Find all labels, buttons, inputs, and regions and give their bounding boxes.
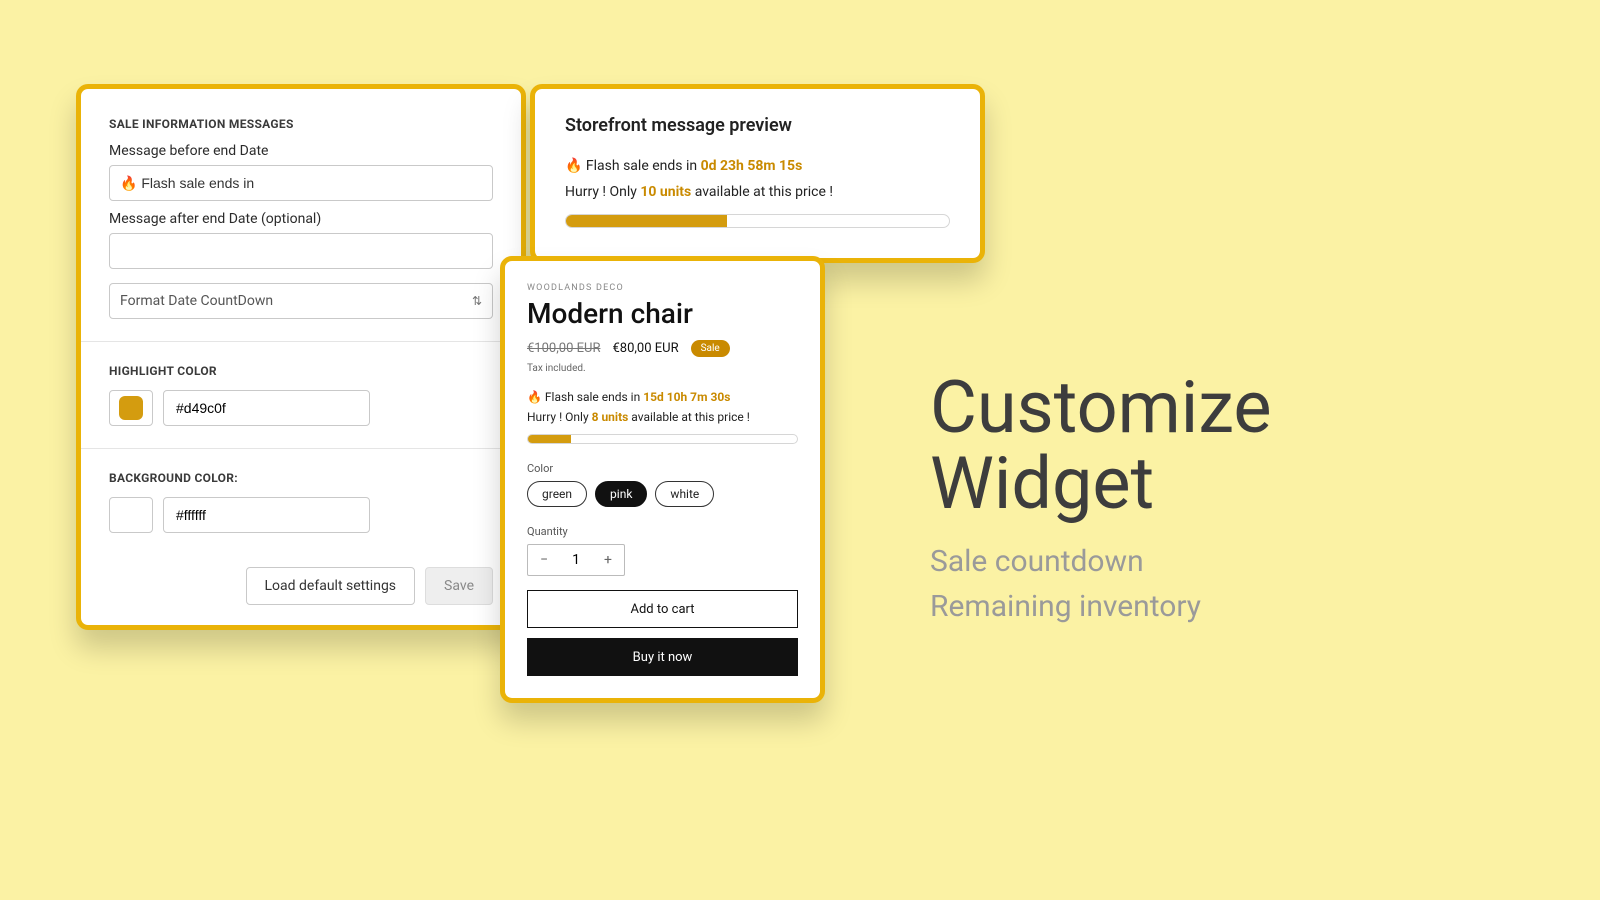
product-countdown-line: 🔥 Flash sale ends in 15d 10h 7m 30s <box>527 390 798 404</box>
color-option-group: green pink white <box>527 481 798 507</box>
format-date-value: Format Date CountDown <box>120 293 273 309</box>
settings-panel: SALE INFORMATION MESSAGES Message before… <box>76 84 526 630</box>
chevron-updown-icon: ⇅ <box>472 295 482 307</box>
preview-countdown-value: 0d 23h 58m 15s <box>701 158 803 174</box>
product-stock-units: 8 units <box>592 410 629 424</box>
buy-now-button[interactable]: Buy it now <box>527 638 798 676</box>
product-price: €80,00 EUR <box>612 341 678 356</box>
preview-progress-bar <box>565 214 950 228</box>
hero-line1: Customize <box>930 365 1272 450</box>
background-swatch[interactable] <box>109 497 153 533</box>
preview-countdown-line: 🔥 Flash sale ends in 0d 23h 58m 15s <box>565 158 950 174</box>
save-button[interactable]: Save <box>425 567 493 605</box>
quantity-stepper: − 1 + <box>527 544 625 576</box>
hero-text: Customize Widget Sale countdown Remainin… <box>930 370 1272 629</box>
sale-badge: Sale <box>691 340 730 357</box>
preview-progress-fill <box>566 215 727 227</box>
product-card: WOODLANDS DECO Modern chair €100,00 EUR … <box>500 256 825 703</box>
color-option-green[interactable]: green <box>527 481 587 507</box>
hero-sub2: Remaining inventory <box>930 584 1272 629</box>
option-color-label: Color <box>527 462 798 475</box>
format-date-select[interactable]: Format Date CountDown ⇅ <box>109 283 493 319</box>
tax-note: Tax included. <box>527 363 798 374</box>
after-label: Message after end Date (optional) <box>109 211 493 227</box>
before-label: Message before end Date <box>109 143 493 159</box>
add-to-cart-button[interactable]: Add to cart <box>527 590 798 628</box>
product-progress-fill <box>528 435 571 443</box>
divider <box>81 341 521 342</box>
storefront-preview-card: Storefront message preview 🔥 Flash sale … <box>530 84 985 263</box>
preview-stock-line: Hurry ! Only 10 units available at this … <box>565 184 950 200</box>
load-defaults-button[interactable]: Load default settings <box>246 567 416 605</box>
message-after-input[interactable] <box>109 233 493 269</box>
section-title: SALE INFORMATION MESSAGES <box>109 117 493 131</box>
product-progress-bar <box>527 434 798 444</box>
highlight-label: HIGHLIGHT COLOR <box>109 364 493 378</box>
message-before-input[interactable] <box>109 165 493 201</box>
product-countdown-value: 15d 10h 7m 30s <box>643 390 730 404</box>
swatch-color <box>119 503 143 527</box>
highlight-hex-input[interactable] <box>163 390 370 426</box>
compare-price: €100,00 EUR <box>527 341 600 356</box>
background-label: BACKGROUND COLOR: <box>109 471 493 485</box>
highlight-swatch[interactable] <box>109 390 153 426</box>
hero-line2: Widget <box>930 441 1154 526</box>
preview-countdown-prefix: 🔥 Flash sale ends in <box>565 158 701 174</box>
product-vendor: WOODLANDS DECO <box>527 283 798 293</box>
hero-sub1: Sale countdown <box>930 539 1272 584</box>
product-stock-line: Hurry ! Only 8 units available at this p… <box>527 410 798 424</box>
preview-title: Storefront message preview <box>565 115 950 136</box>
color-option-white[interactable]: white <box>655 481 714 507</box>
divider <box>81 448 521 449</box>
color-option-pink[interactable]: pink <box>595 481 647 507</box>
quantity-label: Quantity <box>527 525 798 538</box>
qty-decrease-button[interactable]: − <box>528 545 560 575</box>
swatch-color <box>119 396 143 420</box>
qty-value: 1 <box>560 545 592 575</box>
background-hex-input[interactable] <box>163 497 370 533</box>
qty-increase-button[interactable]: + <box>592 545 624 575</box>
product-title: Modern chair <box>527 297 798 330</box>
preview-stock-units: 10 units <box>640 184 691 200</box>
